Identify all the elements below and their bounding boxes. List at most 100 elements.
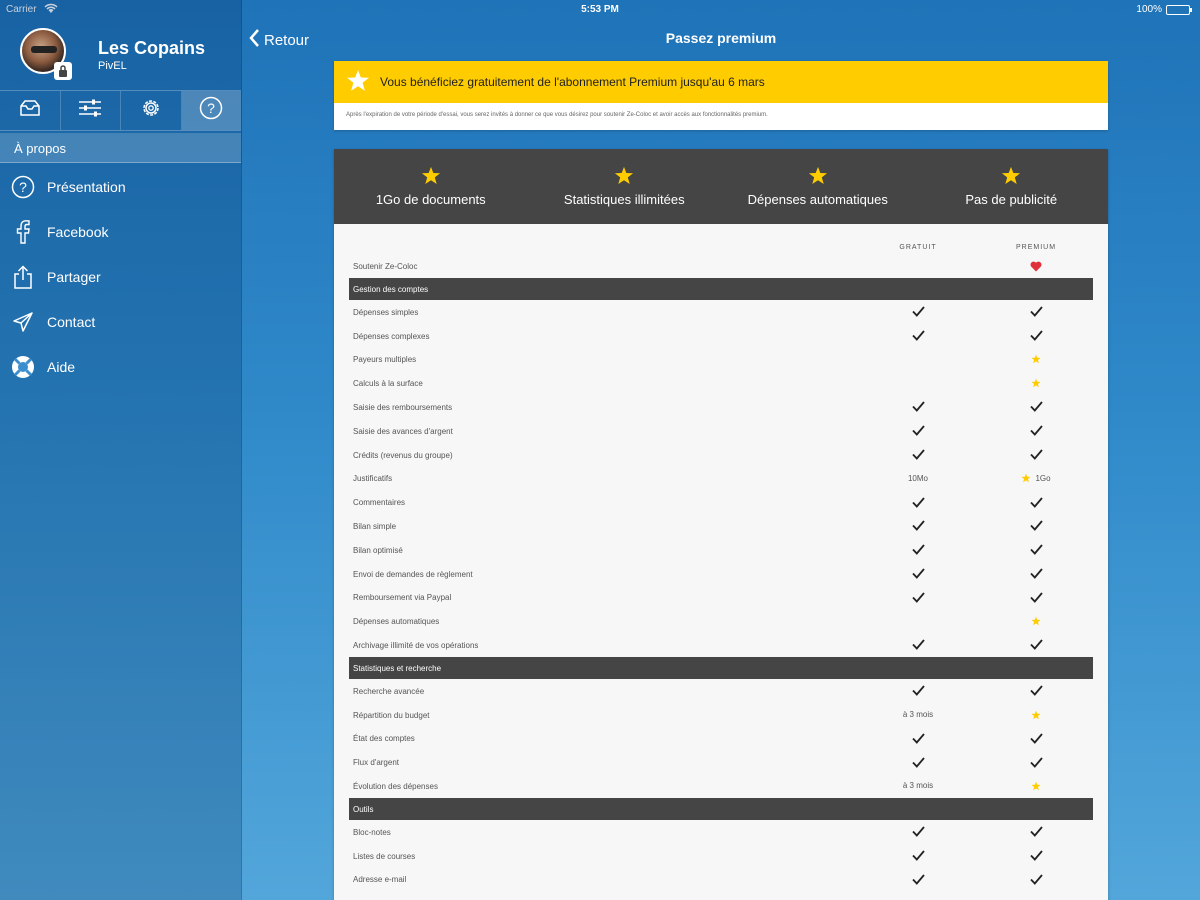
feature-label: 1Go de documents xyxy=(375,192,486,207)
row-label: Dépenses complexes xyxy=(353,331,430,341)
star-icon xyxy=(996,375,1076,391)
table-row: Dépenses simples xyxy=(334,300,1108,324)
table-row: Saisie des avances d'argent xyxy=(334,419,1108,443)
row-label: Crédits (revenus du groupe) xyxy=(353,450,453,460)
star-icon xyxy=(996,778,1076,794)
check-icon xyxy=(878,518,958,534)
group-profile[interactable]: Les Copains PivEL xyxy=(20,28,235,84)
sidebar-tabbar: ? xyxy=(0,90,241,131)
sidebar-item-help[interactable]: Aide xyxy=(0,344,241,389)
check-icon xyxy=(996,447,1076,463)
check-icon xyxy=(996,399,1076,415)
row-label: État des comptes xyxy=(353,734,415,744)
table-row: Calculs à la surface xyxy=(334,371,1108,395)
feature-label: Statistiques illimitées xyxy=(563,192,685,207)
star-icon: 1Go xyxy=(996,470,1076,486)
check-icon xyxy=(996,494,1076,510)
tab-settings-sliders[interactable] xyxy=(61,91,121,130)
row-label: Bilan simple xyxy=(353,521,397,531)
row-label: Payeurs multiples xyxy=(353,355,417,365)
table-row: Bilan optimisé xyxy=(334,538,1108,562)
check-icon xyxy=(996,754,1076,770)
check-icon xyxy=(878,683,958,699)
table-row: Commentaires xyxy=(334,490,1108,514)
feature-statistics: Statistiques illimitées xyxy=(528,149,722,224)
row-label: Envoi de demandes de règlement xyxy=(353,569,473,579)
sidebar-section-about: À propos xyxy=(0,133,241,163)
paper-plane-icon xyxy=(10,309,36,335)
check-icon xyxy=(996,423,1076,439)
tab-inbox[interactable] xyxy=(0,91,61,130)
check-icon xyxy=(878,566,958,582)
help-circle-icon: ? xyxy=(10,174,36,200)
star-icon xyxy=(808,166,828,188)
table-row: Listes de courses xyxy=(334,844,1108,868)
check-icon xyxy=(878,494,958,510)
trial-banner-text: Vous bénéficiez gratuitement de l'abonne… xyxy=(380,75,765,89)
table-row: Répartition du budget à 3 mois xyxy=(334,703,1108,727)
star-icon xyxy=(346,69,370,95)
lock-icon xyxy=(54,62,72,80)
trial-note: Après l'expiration de votre période d'es… xyxy=(346,112,768,118)
sidebar-item-presentation[interactable]: ? Présentation xyxy=(0,164,241,209)
sidebar: Les Copains PivEL ? À propos ? Présentat… xyxy=(0,0,242,900)
table-row: Saisie des remboursements xyxy=(334,395,1108,419)
star-icon xyxy=(1001,166,1021,188)
sidebar-item-facebook[interactable]: Facebook xyxy=(0,209,241,254)
feature-label: Dépenses automatiques xyxy=(747,192,888,207)
feature-no-ads: Pas de publicité xyxy=(915,149,1109,224)
column-premium: PREMIUM xyxy=(1015,244,1057,251)
check-icon xyxy=(878,871,958,887)
check-icon xyxy=(996,730,1076,746)
battery-percent: 100% xyxy=(1136,4,1162,15)
row-label: Bloc-notes xyxy=(353,827,391,837)
check-icon xyxy=(878,399,958,415)
cell-value: à 3 mois xyxy=(902,781,934,791)
row-label: Saisie des avances d'argent xyxy=(353,426,453,436)
check-icon xyxy=(996,304,1076,320)
sidebar-item-share[interactable]: Partager xyxy=(0,254,241,299)
share-icon xyxy=(10,264,36,290)
row-label: Saisie des remboursements xyxy=(353,402,453,412)
star-icon xyxy=(996,613,1076,629)
star-icon xyxy=(996,707,1076,723)
row-label: Bilan optimisé xyxy=(353,545,403,555)
table-row: Archivage illimité de vos opérations xyxy=(334,633,1108,657)
check-icon xyxy=(878,328,958,344)
comparison-card: 1Go de documents Statistiques illimitées… xyxy=(334,149,1108,900)
sidebar-item-label: Présentation xyxy=(47,178,126,195)
table-row: Justificatifs 10Mo 1Go xyxy=(334,466,1108,490)
row-label: Dépenses automatiques xyxy=(353,617,440,627)
row-label: Soutenir Ze-Coloc xyxy=(353,262,418,271)
check-icon xyxy=(878,824,958,840)
check-icon xyxy=(878,304,958,320)
tab-about[interactable]: ? xyxy=(181,91,241,130)
check-icon xyxy=(996,566,1076,582)
sidebar-menu: ? Présentation Facebook Partager Contact xyxy=(0,164,241,389)
sidebar-item-label: Partager xyxy=(47,268,101,285)
empty-cell xyxy=(878,375,958,391)
tab-preferences[interactable] xyxy=(121,91,182,130)
table-row: Flux d'argent xyxy=(334,750,1108,774)
row-label: Justificatifs xyxy=(353,474,393,484)
column-headers: GRATUIT PREMIUM xyxy=(334,224,1108,254)
gear-icon xyxy=(140,97,162,124)
row-label: Recherche avancée xyxy=(353,686,425,696)
row-label: Archivage illimité de vos opérations xyxy=(353,640,479,650)
group-name: Les Copains xyxy=(98,38,206,58)
check-icon xyxy=(996,637,1076,653)
premium-value: 1Go xyxy=(1035,473,1051,483)
table-row: Envoi de demandes de règlement xyxy=(334,562,1108,586)
feature-automatic-expenses: Dépenses automatiques xyxy=(721,149,915,224)
row-label: Calculs à la surface xyxy=(353,379,423,389)
empty-cell xyxy=(878,351,958,367)
column-free: GRATUIT xyxy=(899,244,937,251)
row-label: Dépenses simples xyxy=(353,307,419,317)
sidebar-item-contact[interactable]: Contact xyxy=(0,299,241,344)
table-row: Adresse e-mail xyxy=(334,867,1108,891)
comparison-table: Gestion des comptes Dépenses simples Dépen… xyxy=(334,277,1108,891)
table-row: Payeurs multiples xyxy=(334,347,1108,371)
sidebar-item-label: Contact xyxy=(47,313,96,330)
lifebuoy-icon xyxy=(10,354,36,380)
star-icon xyxy=(614,166,634,188)
